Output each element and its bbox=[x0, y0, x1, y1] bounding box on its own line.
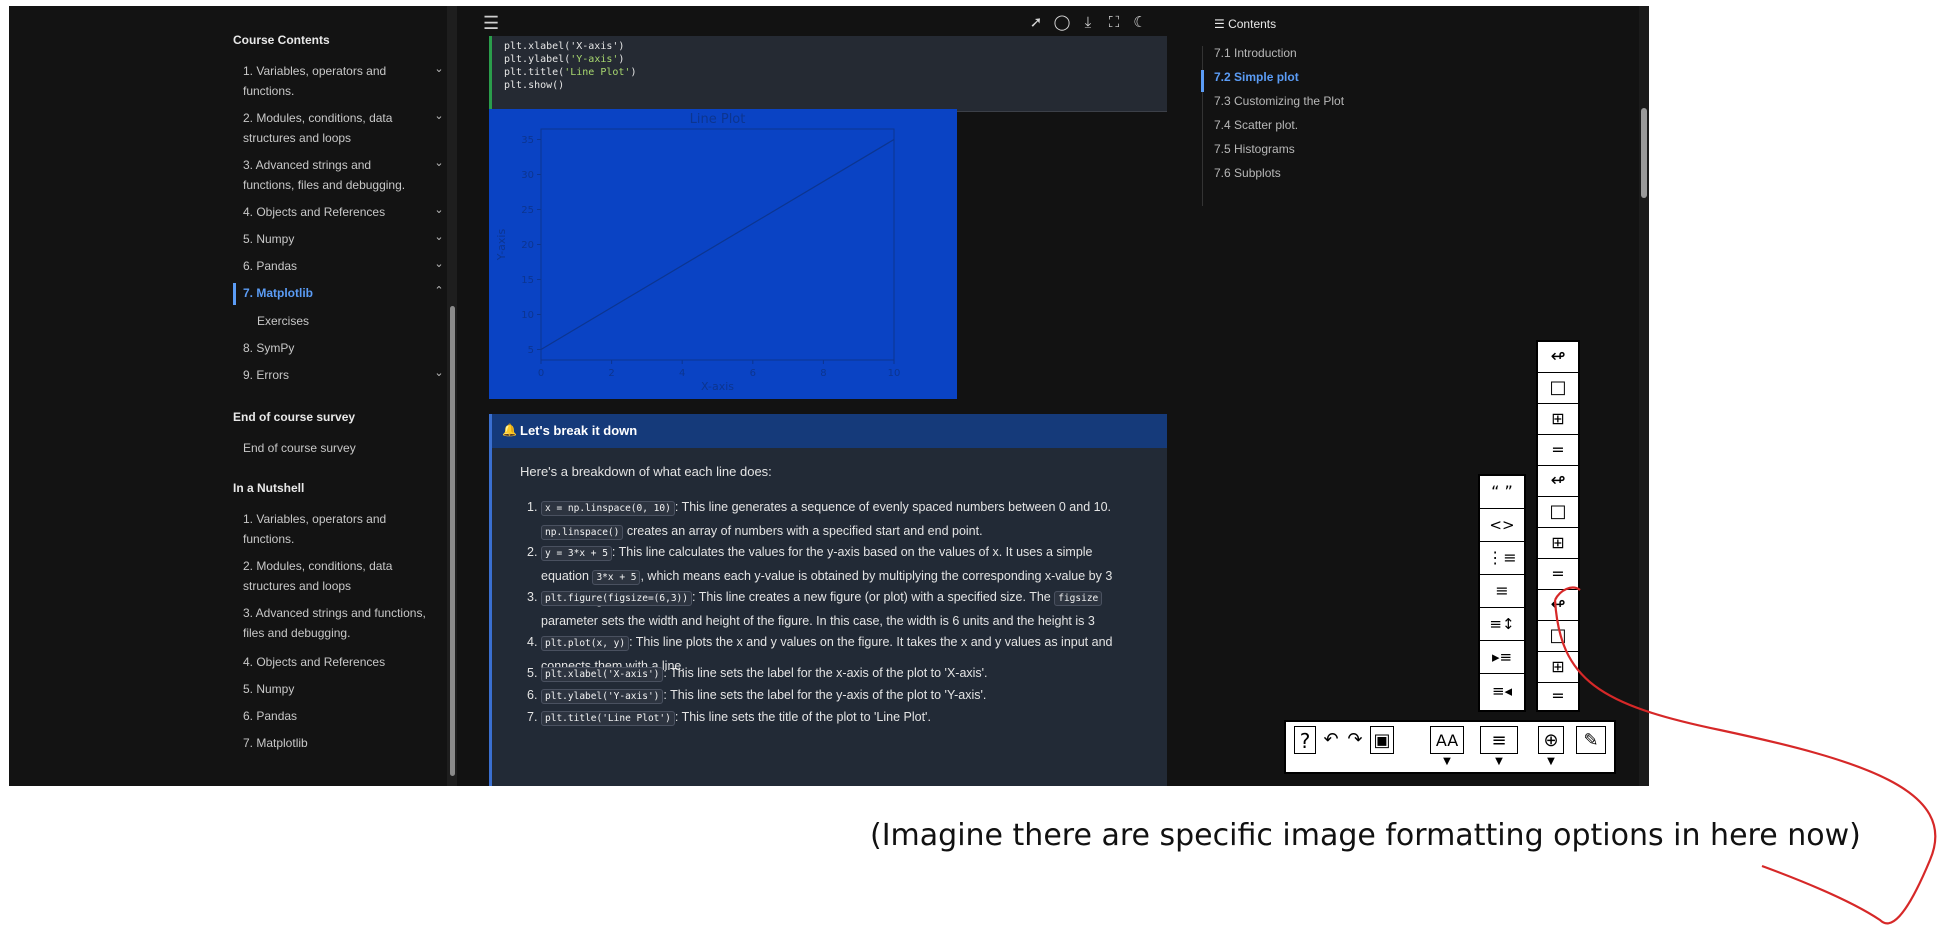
annotation-arrow-path bbox=[1553, 599, 1937, 925]
annotation-arrow bbox=[1553, 586, 1937, 925]
annotation-arrow-head bbox=[1554, 586, 1581, 601]
